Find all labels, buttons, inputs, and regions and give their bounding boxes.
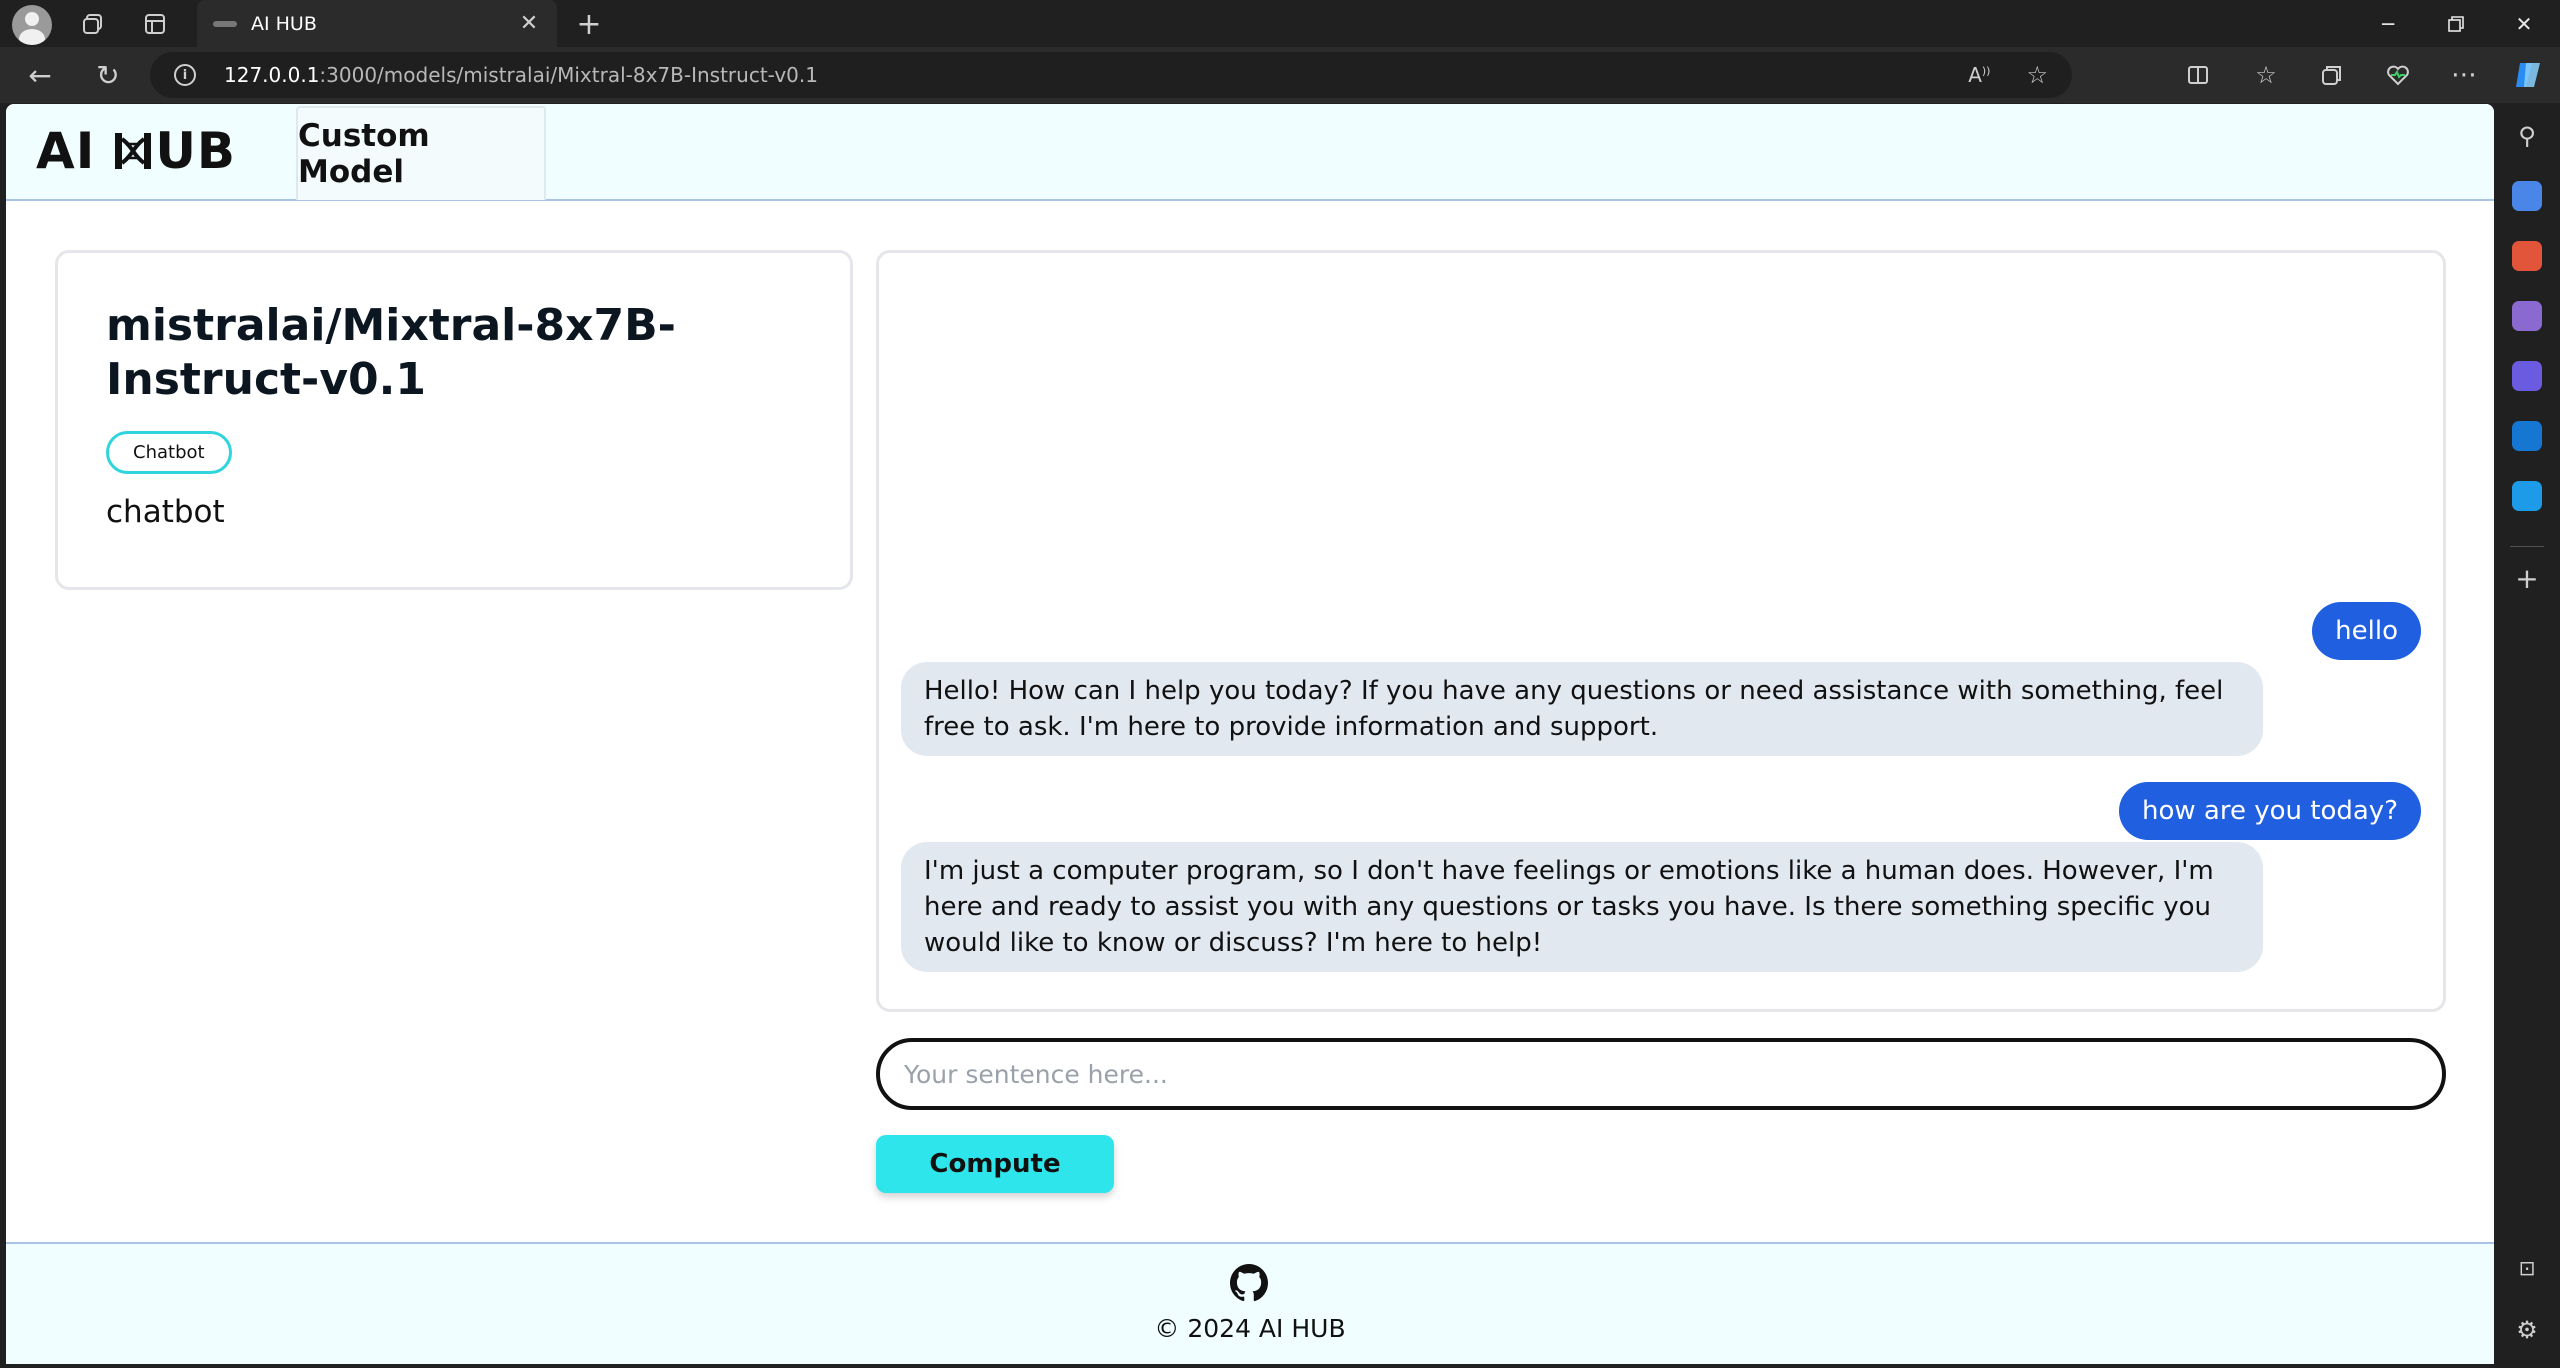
collections-icon[interactable] bbox=[2314, 59, 2350, 91]
sentence-input[interactable] bbox=[904, 1059, 2418, 1089]
refresh-icon[interactable]: ↻ bbox=[90, 59, 126, 92]
tab-favicon-icon bbox=[213, 20, 237, 27]
site-logo[interactable]: AI UB bbox=[36, 122, 236, 180]
profile-avatar[interactable] bbox=[12, 5, 52, 45]
url-host: 127.0.0.1 bbox=[224, 63, 320, 87]
new-tab-icon[interactable]: + bbox=[572, 7, 606, 42]
model-info-card: mistralai/Mixtral-8x7B-Instruct-v0.1 Cha… bbox=[55, 250, 853, 590]
search-icon[interactable]: ⚲ bbox=[2512, 121, 2542, 151]
microsoft-365-icon[interactable] bbox=[2512, 361, 2542, 391]
workspaces-icon[interactable] bbox=[76, 10, 110, 38]
tab-actions-icon[interactable] bbox=[138, 10, 172, 38]
tab-title: AI HUB bbox=[251, 12, 317, 35]
favorite-star-icon[interactable]: ☆ bbox=[2026, 61, 2048, 89]
close-window-icon[interactable]: ✕ bbox=[2490, 0, 2558, 47]
github-icon[interactable] bbox=[1230, 1264, 1268, 1302]
logo-mark-icon bbox=[115, 133, 152, 169]
outlook-icon[interactable] bbox=[2512, 421, 2542, 451]
chat-message-user: how are you today? bbox=[2119, 782, 2421, 840]
read-aloud-icon[interactable]: A)) bbox=[1968, 63, 1990, 87]
url-path: :3000/models/mistralai/Mixtral-8x7B-Inst… bbox=[319, 63, 818, 87]
chat-message-assistant: Hello! How can I help you today? If you … bbox=[901, 662, 2263, 756]
model-category-tag: Chatbot bbox=[106, 431, 232, 474]
more-options-icon[interactable]: ⋯ bbox=[2446, 59, 2482, 91]
copyright-text: © 2024 AI HUB bbox=[1154, 1314, 1346, 1343]
site-info-icon[interactable]: i bbox=[174, 64, 196, 86]
browser-toolbar: ← ↻ i 127.0.0.1:3000/models/mistralai/Mi… bbox=[0, 47, 2560, 103]
copilot-icon[interactable] bbox=[2510, 57, 2546, 93]
browser-essentials-icon[interactable] bbox=[2380, 59, 2416, 91]
add-sidebar-app-icon[interactable]: + bbox=[2512, 562, 2542, 595]
minimize-icon[interactable]: ─ bbox=[2354, 0, 2422, 47]
shopping-tag-icon[interactable] bbox=[2512, 181, 2542, 211]
hide-sidebar-icon[interactable]: ⊡ bbox=[2512, 1253, 2542, 1283]
nav-custom-model[interactable]: Custom Model bbox=[296, 106, 546, 200]
split-screen-icon[interactable] bbox=[2180, 59, 2216, 91]
address-bar[interactable]: i 127.0.0.1:3000/models/mistralai/Mixtra… bbox=[150, 52, 2072, 98]
settings-gear-icon[interactable]: ⚙ bbox=[2512, 1315, 2542, 1345]
edge-sidebar: ⚲ + ⊡ ⚙ bbox=[2496, 103, 2560, 1368]
chat-history: hello Hello! How can I help you today? I… bbox=[876, 250, 2446, 1012]
sentence-input-wrapper bbox=[876, 1038, 2446, 1110]
tools-icon[interactable] bbox=[2512, 241, 2542, 271]
send-icon[interactable] bbox=[2512, 481, 2542, 511]
tab-close-icon[interactable]: ✕ bbox=[517, 11, 541, 36]
sidebar-divider bbox=[2510, 546, 2544, 547]
site-footer: © 2024 AI HUB bbox=[6, 1242, 2494, 1364]
browser-titlebar: AI HUB ✕ + ─ ✕ bbox=[0, 0, 2560, 47]
back-icon[interactable]: ← bbox=[22, 59, 58, 92]
model-title: mistralai/Mixtral-8x7B-Instruct-v0.1 bbox=[106, 300, 676, 405]
compute-button[interactable]: Compute bbox=[876, 1135, 1114, 1193]
games-icon[interactable] bbox=[2512, 301, 2542, 331]
model-description: chatbot bbox=[106, 494, 225, 530]
chat-message-assistant: I'm just a computer program, so I don't … bbox=[901, 842, 2263, 972]
restore-icon[interactable] bbox=[2422, 0, 2490, 47]
favorites-icon[interactable]: ☆ bbox=[2248, 59, 2284, 91]
chat-message-user: hello bbox=[2312, 602, 2421, 660]
logo-text-ub: UB bbox=[155, 122, 237, 180]
logo-text-ai: AI bbox=[36, 122, 96, 180]
browser-tab[interactable]: AI HUB ✕ bbox=[197, 0, 557, 47]
web-page: AI UB Custom Model mistralai/Mixtral-8x7… bbox=[6, 104, 2494, 1364]
site-header: AI UB Custom Model bbox=[6, 104, 2494, 201]
